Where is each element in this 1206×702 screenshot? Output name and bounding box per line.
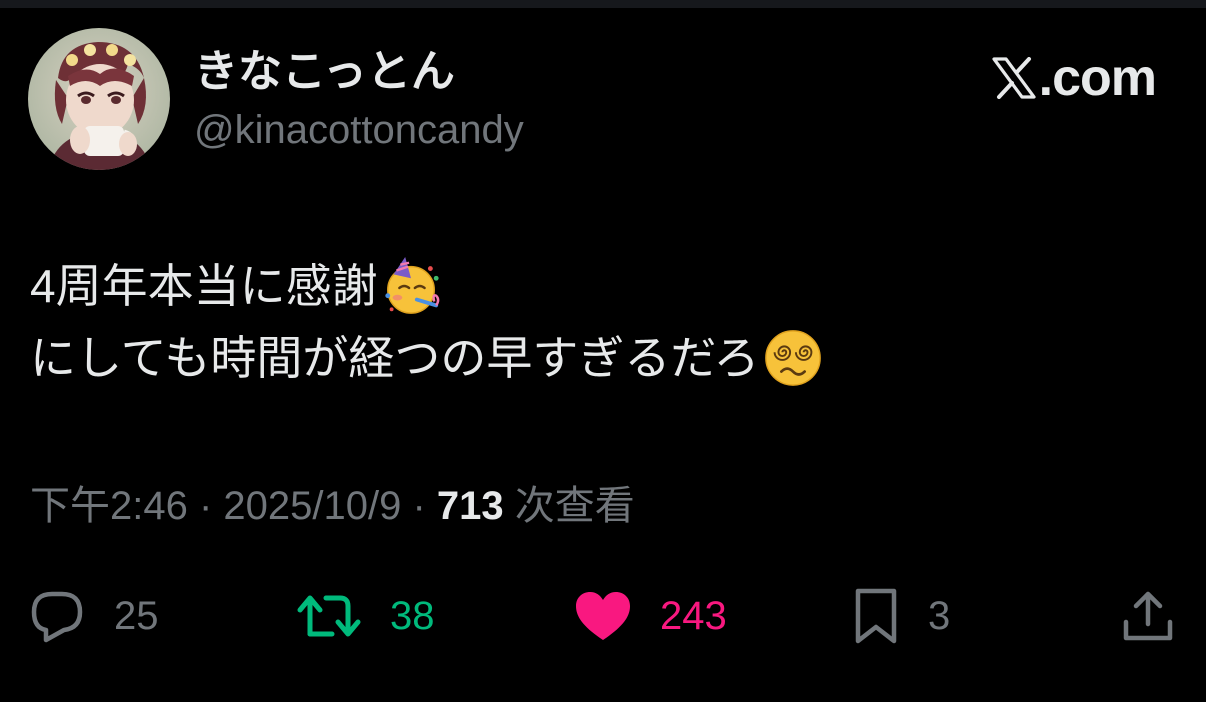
bookmark-icon xyxy=(855,588,897,644)
tweet-time[interactable]: 下午2:46 xyxy=(30,484,188,528)
reply-icon xyxy=(31,591,83,643)
bookmark-button[interactable]: 3 xyxy=(852,584,950,648)
top-border xyxy=(0,0,1206,8)
tweet-line-2: にしても時間が経つの早すぎるだろ xyxy=(30,322,824,394)
action-bar: 25 38 243 3 xyxy=(0,584,1206,648)
tweet-line-2-text: にしても時間が経つの早すぎるだろ xyxy=(30,332,760,384)
tweet-text: 4周年本当に感謝 にしても時間が経つの早すぎるだろ xyxy=(30,250,824,394)
tweet-line-1: 4周年本当に感謝 xyxy=(30,250,824,322)
author-display-name[interactable]: きなこっとん xyxy=(194,44,455,100)
like-count: 243 xyxy=(660,594,727,638)
reply-count: 25 xyxy=(114,594,159,638)
meta-separator: · xyxy=(401,484,437,528)
partying-face-icon xyxy=(384,256,439,314)
reply-button[interactable]: 25 xyxy=(28,584,159,648)
views-label: 次查看 xyxy=(503,484,635,528)
avatar[interactable] xyxy=(28,28,170,170)
share-button[interactable] xyxy=(1120,584,1176,648)
like-button[interactable]: 243 xyxy=(574,584,727,648)
author-handle[interactable]: @kinacottoncandy xyxy=(194,104,524,156)
bookmark-count: 3 xyxy=(928,594,951,638)
retweet-count: 38 xyxy=(390,594,435,638)
views-count[interactable]: 713 xyxy=(437,484,504,528)
tweet-line-1-text: 4周年本当に感謝 xyxy=(30,260,378,312)
brand-domain: .com xyxy=(1038,49,1157,107)
heart-icon xyxy=(576,592,630,640)
tweet-date[interactable]: 2025/10/9 xyxy=(223,484,401,528)
meta-separator: · xyxy=(187,484,224,528)
retweet-button[interactable]: 38 xyxy=(296,584,435,648)
retweet-icon xyxy=(297,595,361,637)
x-brand: .com xyxy=(991,49,1157,107)
share-icon xyxy=(1123,591,1173,641)
x-logo-icon xyxy=(992,57,1036,99)
avatar-illustration xyxy=(28,28,170,170)
face-with-spiral-eyes-icon xyxy=(764,330,821,386)
tweet-meta: 下午2:46 · 2025/10/9 · 713 次查看 xyxy=(30,480,635,532)
